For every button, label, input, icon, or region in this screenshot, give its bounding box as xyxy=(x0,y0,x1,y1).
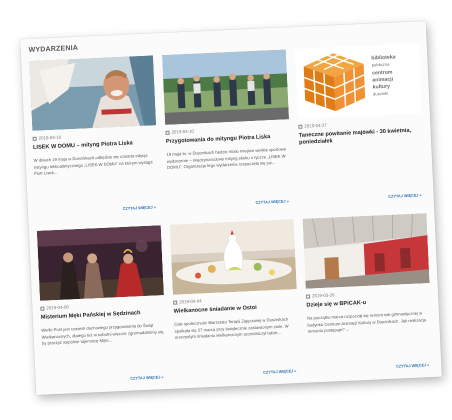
logo-text-1: biblioteka xyxy=(371,54,396,61)
event-excerpt: Na początku marca rozpoczął się remont s… xyxy=(306,310,427,334)
read-more-link[interactable]: CZYTAJ WIĘCEJ » xyxy=(263,369,296,375)
event-title-link[interactable]: Przygotowania do mityngu Piotra Liska xyxy=(166,133,290,146)
event-image-group[interactable] xyxy=(161,49,290,125)
event-excerpt xyxy=(300,148,424,154)
calendar-icon xyxy=(305,294,311,299)
event-image-renovation[interactable] xyxy=(302,213,430,289)
event-excerpt: Wielki Post jest czasem duchowego przygo… xyxy=(41,322,165,346)
section-heading: WYDARZENIA xyxy=(28,44,79,55)
logo-text-2: publiczna xyxy=(372,62,391,68)
event-title-link[interactable]: Taneczne powitanie majówki - 30 kwietnia… xyxy=(299,127,424,147)
event-title-link[interactable]: Wielkanocne śniadanie w Ostoi xyxy=(174,303,298,316)
calendar-icon xyxy=(40,306,45,311)
event-image-easter-table[interactable] xyxy=(169,219,297,295)
calendar-icon xyxy=(298,124,303,129)
read-more-link[interactable]: CZYTAJ WIĘCEJ » xyxy=(123,205,156,211)
bpicak-logo-icon: biblioteka publiczna centrum animacji ku… xyxy=(303,52,396,112)
event-card[interactable]: 2019-03-28 Dzieje się w BPiCAK-u Na pocz… xyxy=(302,213,434,378)
event-card[interactable]: 2019-04-10 Przygotowania do mityngu Piot… xyxy=(161,49,293,214)
event-title-link[interactable]: LISEK W DOMU – mityng Piotra Liska xyxy=(33,139,157,152)
event-card[interactable]: 2019-04-08 Misterium Męki Pańskiej w Sęd… xyxy=(36,225,168,390)
event-excerpt: Całe społeczność Warsztatu Terapii Zajęc… xyxy=(174,316,289,340)
logo-text-5: kultury xyxy=(373,84,391,91)
event-title-link[interactable]: Dzieje się w BPiCAK-u xyxy=(306,297,430,310)
logo-text-4: animacji xyxy=(372,76,394,83)
events-page-printout: WYDARZENIA 2019-04-16 LISEK W DOMU – mit… xyxy=(20,20,442,396)
event-excerpt: 19 maja br. w Dusznikach będzie miało mi… xyxy=(166,146,287,171)
read-more-link[interactable]: CZYTAJ WIĘCEJ » xyxy=(130,375,163,381)
logo-text-3: centrum xyxy=(372,70,393,77)
event-card[interactable]: 2019-04-04 Wielkanocne śniadanie w Ostoi… xyxy=(169,219,301,384)
read-more-link[interactable]: CZYTAJ WIĘCEJ » xyxy=(388,193,421,199)
calendar-icon xyxy=(173,300,178,305)
read-more-link[interactable]: CZYTAJ WIĘCEJ » xyxy=(396,363,429,369)
event-card[interactable]: 2019-04-16 LISEK W DOMU – mityng Piotra … xyxy=(29,55,160,220)
event-image-logo[interactable]: biblioteka publiczna centrum animacji ku… xyxy=(294,43,422,119)
event-card[interactable]: biblioteka publiczna centrum animacji ku… xyxy=(294,43,426,208)
event-excerpt: W dniach 19 maja w Dusznikach odbędzie s… xyxy=(33,152,153,177)
calendar-icon xyxy=(165,130,170,135)
photo-stage: WYDARZENIA 2019-04-16 LISEK W DOMU – mit… xyxy=(0,0,452,420)
read-more-link[interactable]: CZYTAJ WIĘCEJ » xyxy=(255,199,288,205)
calendar-icon xyxy=(32,136,37,141)
event-image-mystery-play[interactable] xyxy=(36,225,164,301)
event-title-link[interactable]: Misterium Męki Pańskiej w Sędzinach xyxy=(41,309,165,322)
logo-text-6: duszniki xyxy=(373,91,388,97)
event-image-athlete[interactable] xyxy=(29,55,157,131)
